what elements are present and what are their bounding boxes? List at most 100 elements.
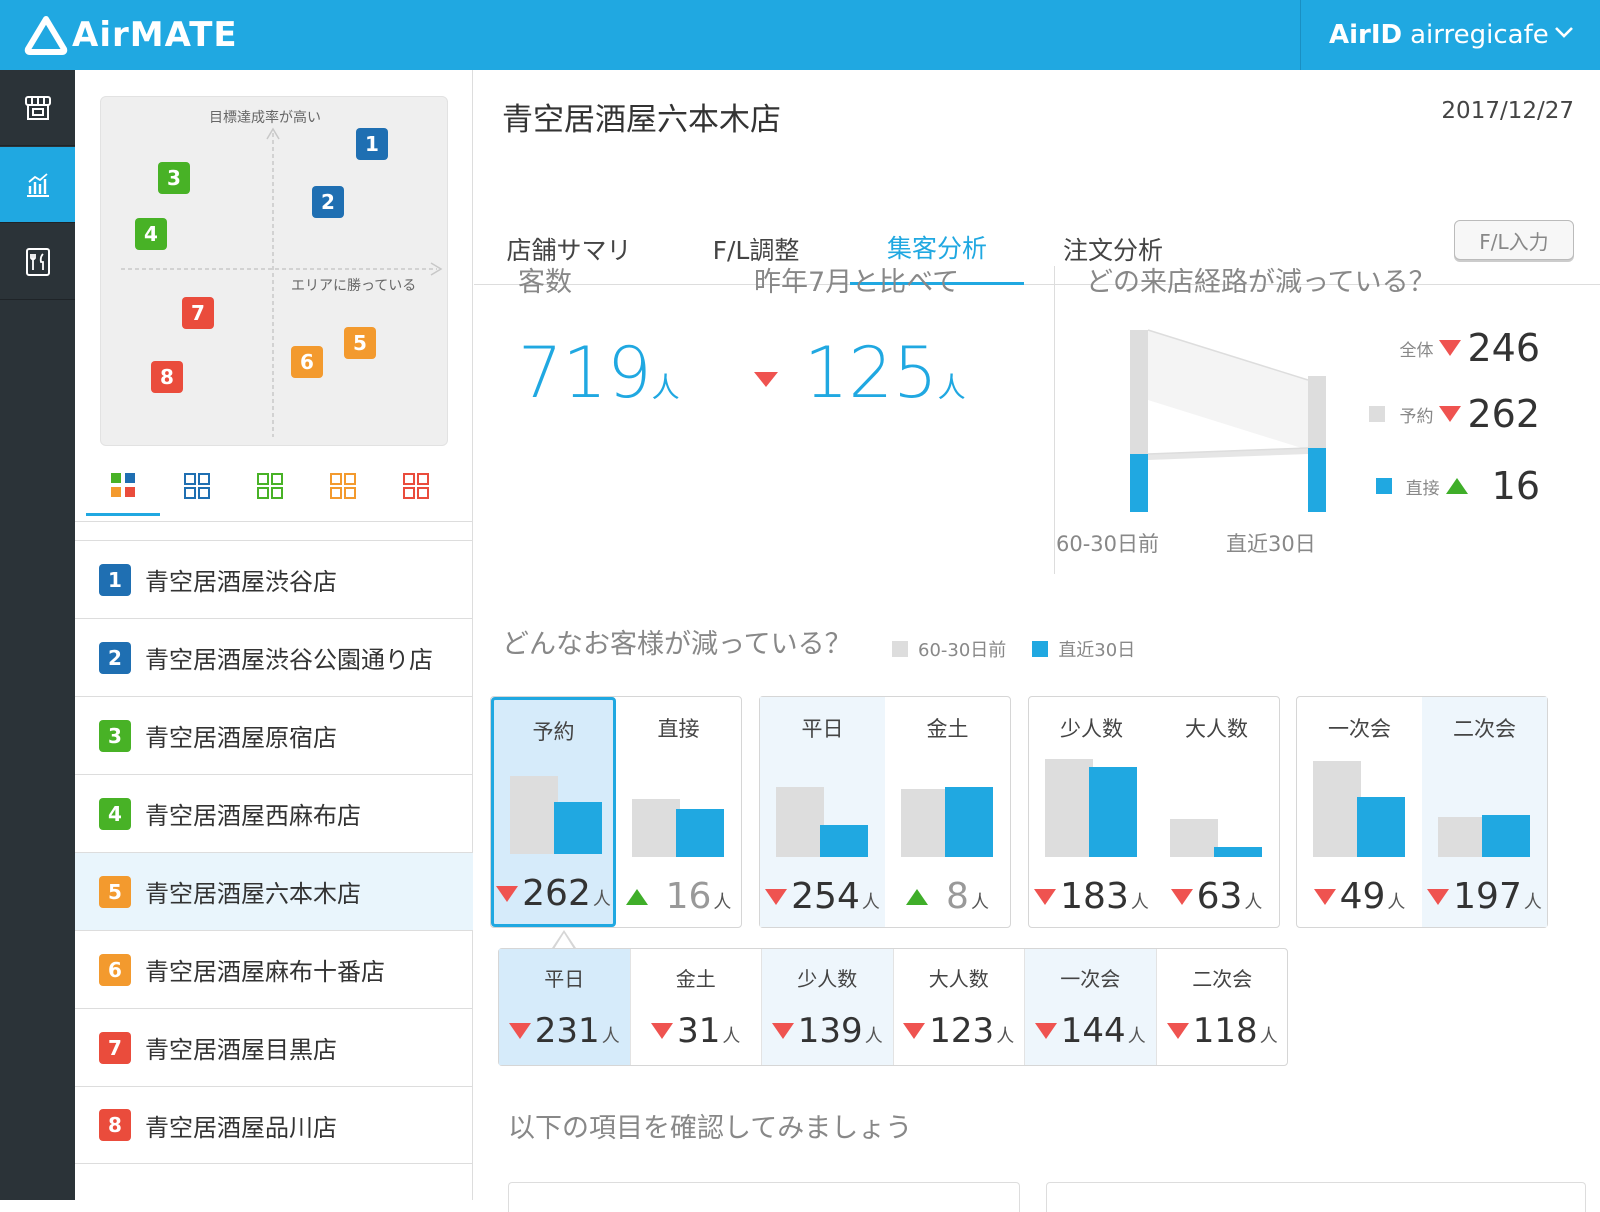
segment-value: 16 — [665, 876, 712, 917]
breakdown-大人数[interactable]: 大人数 123 人 — [894, 949, 1025, 1065]
route-x-label-prev: 60-30日前 — [1056, 532, 1160, 556]
check-card-left[interactable] — [508, 1182, 1020, 1212]
store-item-1[interactable]: 1 青空居酒屋渋谷店 — [75, 540, 473, 618]
segment-unit: 人 — [1130, 892, 1149, 913]
breakdown-二次会[interactable]: 二次会 118 人 — [1157, 949, 1289, 1065]
visitors-value: 719人 — [518, 332, 680, 414]
matrix-point-7[interactable]: 7 — [182, 297, 214, 329]
legend-swatch-gray — [892, 641, 908, 657]
kpi-divider — [1054, 266, 1055, 574]
segment-直接[interactable]: 直接 16 人 — [616, 697, 741, 927]
fl-input-button[interactable]: F/L入力 — [1454, 220, 1574, 260]
down-arrow-icon — [1034, 1023, 1057, 1039]
segment-value: 254 — [791, 876, 860, 917]
down-arrow-icon — [1427, 888, 1450, 905]
store-number-badge: 1 — [99, 563, 131, 596]
route-flow-band-direct — [1148, 448, 1308, 460]
store-icon — [24, 95, 51, 120]
store-item-3[interactable]: 3 青空居酒屋原宿店 — [75, 696, 473, 774]
breakdown-value: 118 — [1192, 1011, 1258, 1051]
store-item-5[interactable]: 5 青空居酒屋六本木店 — [75, 852, 473, 930]
segment-title: 金土 — [926, 717, 969, 741]
store-number-badge: 5 — [99, 875, 131, 908]
segment-value: 197 — [1453, 876, 1522, 917]
segment-title: 直接 — [657, 717, 700, 741]
segment-value: 262 — [522, 873, 591, 914]
check-card-right[interactable] — [1046, 1182, 1586, 1212]
customer-legend: 60-30日前 直近30日 — [892, 636, 1135, 662]
route-bar-prev-reserve — [1130, 330, 1148, 454]
route-bar-recent-reserve — [1308, 376, 1326, 448]
segment-少人数[interactable]: 少人数 183 人 — [1029, 697, 1154, 927]
down-arrow-icon — [1439, 406, 1462, 422]
breakdown-unit: 人 — [864, 1026, 883, 1047]
account-dropdown[interactable]: AirID airregicafe — [1300, 0, 1600, 70]
up-arrow-icon — [625, 888, 648, 905]
nav-menu-button[interactable] — [0, 224, 75, 300]
filter-button-1[interactable] — [86, 456, 160, 516]
store-name: 青空居酒屋品川店 — [145, 1113, 337, 1142]
segment-value: 63 — [1196, 876, 1243, 917]
account-name: airregicafe — [1410, 20, 1549, 50]
segment-title: 一次会 — [1328, 717, 1391, 741]
store-item-4[interactable]: 4 青空居酒屋西麻布店 — [75, 774, 473, 852]
store-name: 青空居酒屋渋谷公園通り店 — [145, 646, 433, 674]
filter-button-5[interactable] — [379, 456, 453, 516]
store-item-6[interactable]: 6 青空居酒屋麻布十番店 — [75, 930, 473, 1008]
breakdown-title: 金土 — [675, 967, 716, 991]
filter-orange-icon — [330, 473, 356, 499]
legend-swatch-blue — [1032, 641, 1049, 657]
legend-swatch-gray — [1369, 406, 1386, 422]
store-item-8[interactable]: 8 青空居酒屋品川店 — [75, 1086, 473, 1164]
matrix-point-6[interactable]: 6 — [291, 346, 323, 378]
segment-count: 254 人 — [760, 876, 885, 917]
route-legend-direct-label: 直接 — [1405, 478, 1440, 499]
breakdown-一次会[interactable]: 一次会 144 人 — [1025, 949, 1157, 1065]
down-arrow-icon — [1439, 340, 1462, 356]
app-logo[interactable]: AirMATE — [24, 14, 238, 56]
store-item-2[interactable]: 2 青空居酒屋渋谷公園通り店 — [75, 618, 473, 696]
nav-store-button[interactable] — [0, 70, 75, 146]
breakdown-平日[interactable]: 平日 231 人 — [499, 949, 631, 1065]
route-legend-total: 全体 246 — [1399, 326, 1540, 370]
matrix-point-5[interactable]: 5 — [344, 327, 376, 359]
segment-平日[interactable]: 平日 254 人 — [760, 697, 885, 927]
filter-blue-icon — [184, 473, 210, 499]
matrix-point-8[interactable]: 8 — [151, 361, 183, 393]
store-item-7[interactable]: 7 青空居酒屋目黒店 — [75, 1008, 473, 1086]
segment-bar-prev — [632, 799, 680, 857]
filter-button-3[interactable] — [233, 456, 307, 516]
down-arrow-icon — [754, 372, 778, 387]
breakdown-title: 大人数 — [928, 967, 989, 991]
matrix-point-4[interactable]: 4 — [135, 218, 167, 250]
matrix-point-1[interactable]: 1 — [356, 128, 388, 160]
breakdown-金土[interactable]: 金土 31 人 — [631, 949, 762, 1065]
visitors-label: 客数 — [518, 267, 572, 298]
reserve-breakdown-row: 平日 231 人金土 31 人少人数 139 人 大人数 123 人 一次会 144 人二次会 118 人 — [498, 948, 1288, 1066]
nav-analytics-button[interactable] — [0, 147, 75, 223]
filter-green-icon — [257, 473, 283, 499]
filter-button-4[interactable] — [306, 456, 380, 516]
breakdown-unit: 人 — [1259, 1026, 1278, 1047]
matrix-point-2[interactable]: 2 — [312, 186, 344, 218]
segment-一次会[interactable]: 一次会 49 人 — [1297, 697, 1422, 927]
segment-予約[interactable]: 予約 262 人 — [491, 697, 616, 927]
down-arrow-icon — [771, 1023, 794, 1039]
segment-金土[interactable]: 金土 8 人 — [885, 697, 1010, 927]
filter-button-2[interactable] — [160, 456, 234, 516]
breakdown-value: 123 — [929, 1011, 995, 1051]
breakdown-少人数[interactable]: 少人数 139 人 — [762, 949, 894, 1065]
segment-unit: 人 — [970, 892, 989, 913]
route-bar-recent-direct — [1308, 448, 1326, 512]
segment-count: 16 人 — [616, 876, 741, 917]
segment-大人数[interactable]: 大人数 63 人 — [1154, 697, 1279, 927]
store-name: 青空居酒屋麻布十番店 — [145, 958, 385, 986]
segment-card-1: 予約 262 人 直接 16 人 — [490, 696, 742, 928]
route-bar-prev-direct — [1130, 454, 1148, 512]
store-name: 青空居酒屋目黒店 — [145, 1036, 337, 1064]
breakdown-title: 一次会 — [1060, 967, 1121, 991]
matrix-point-3[interactable]: 3 — [158, 162, 190, 194]
segment-title: 平日 — [801, 717, 844, 741]
nav-rail — [0, 70, 75, 1200]
segment-二次会[interactable]: 二次会 197 人 — [1422, 697, 1547, 927]
